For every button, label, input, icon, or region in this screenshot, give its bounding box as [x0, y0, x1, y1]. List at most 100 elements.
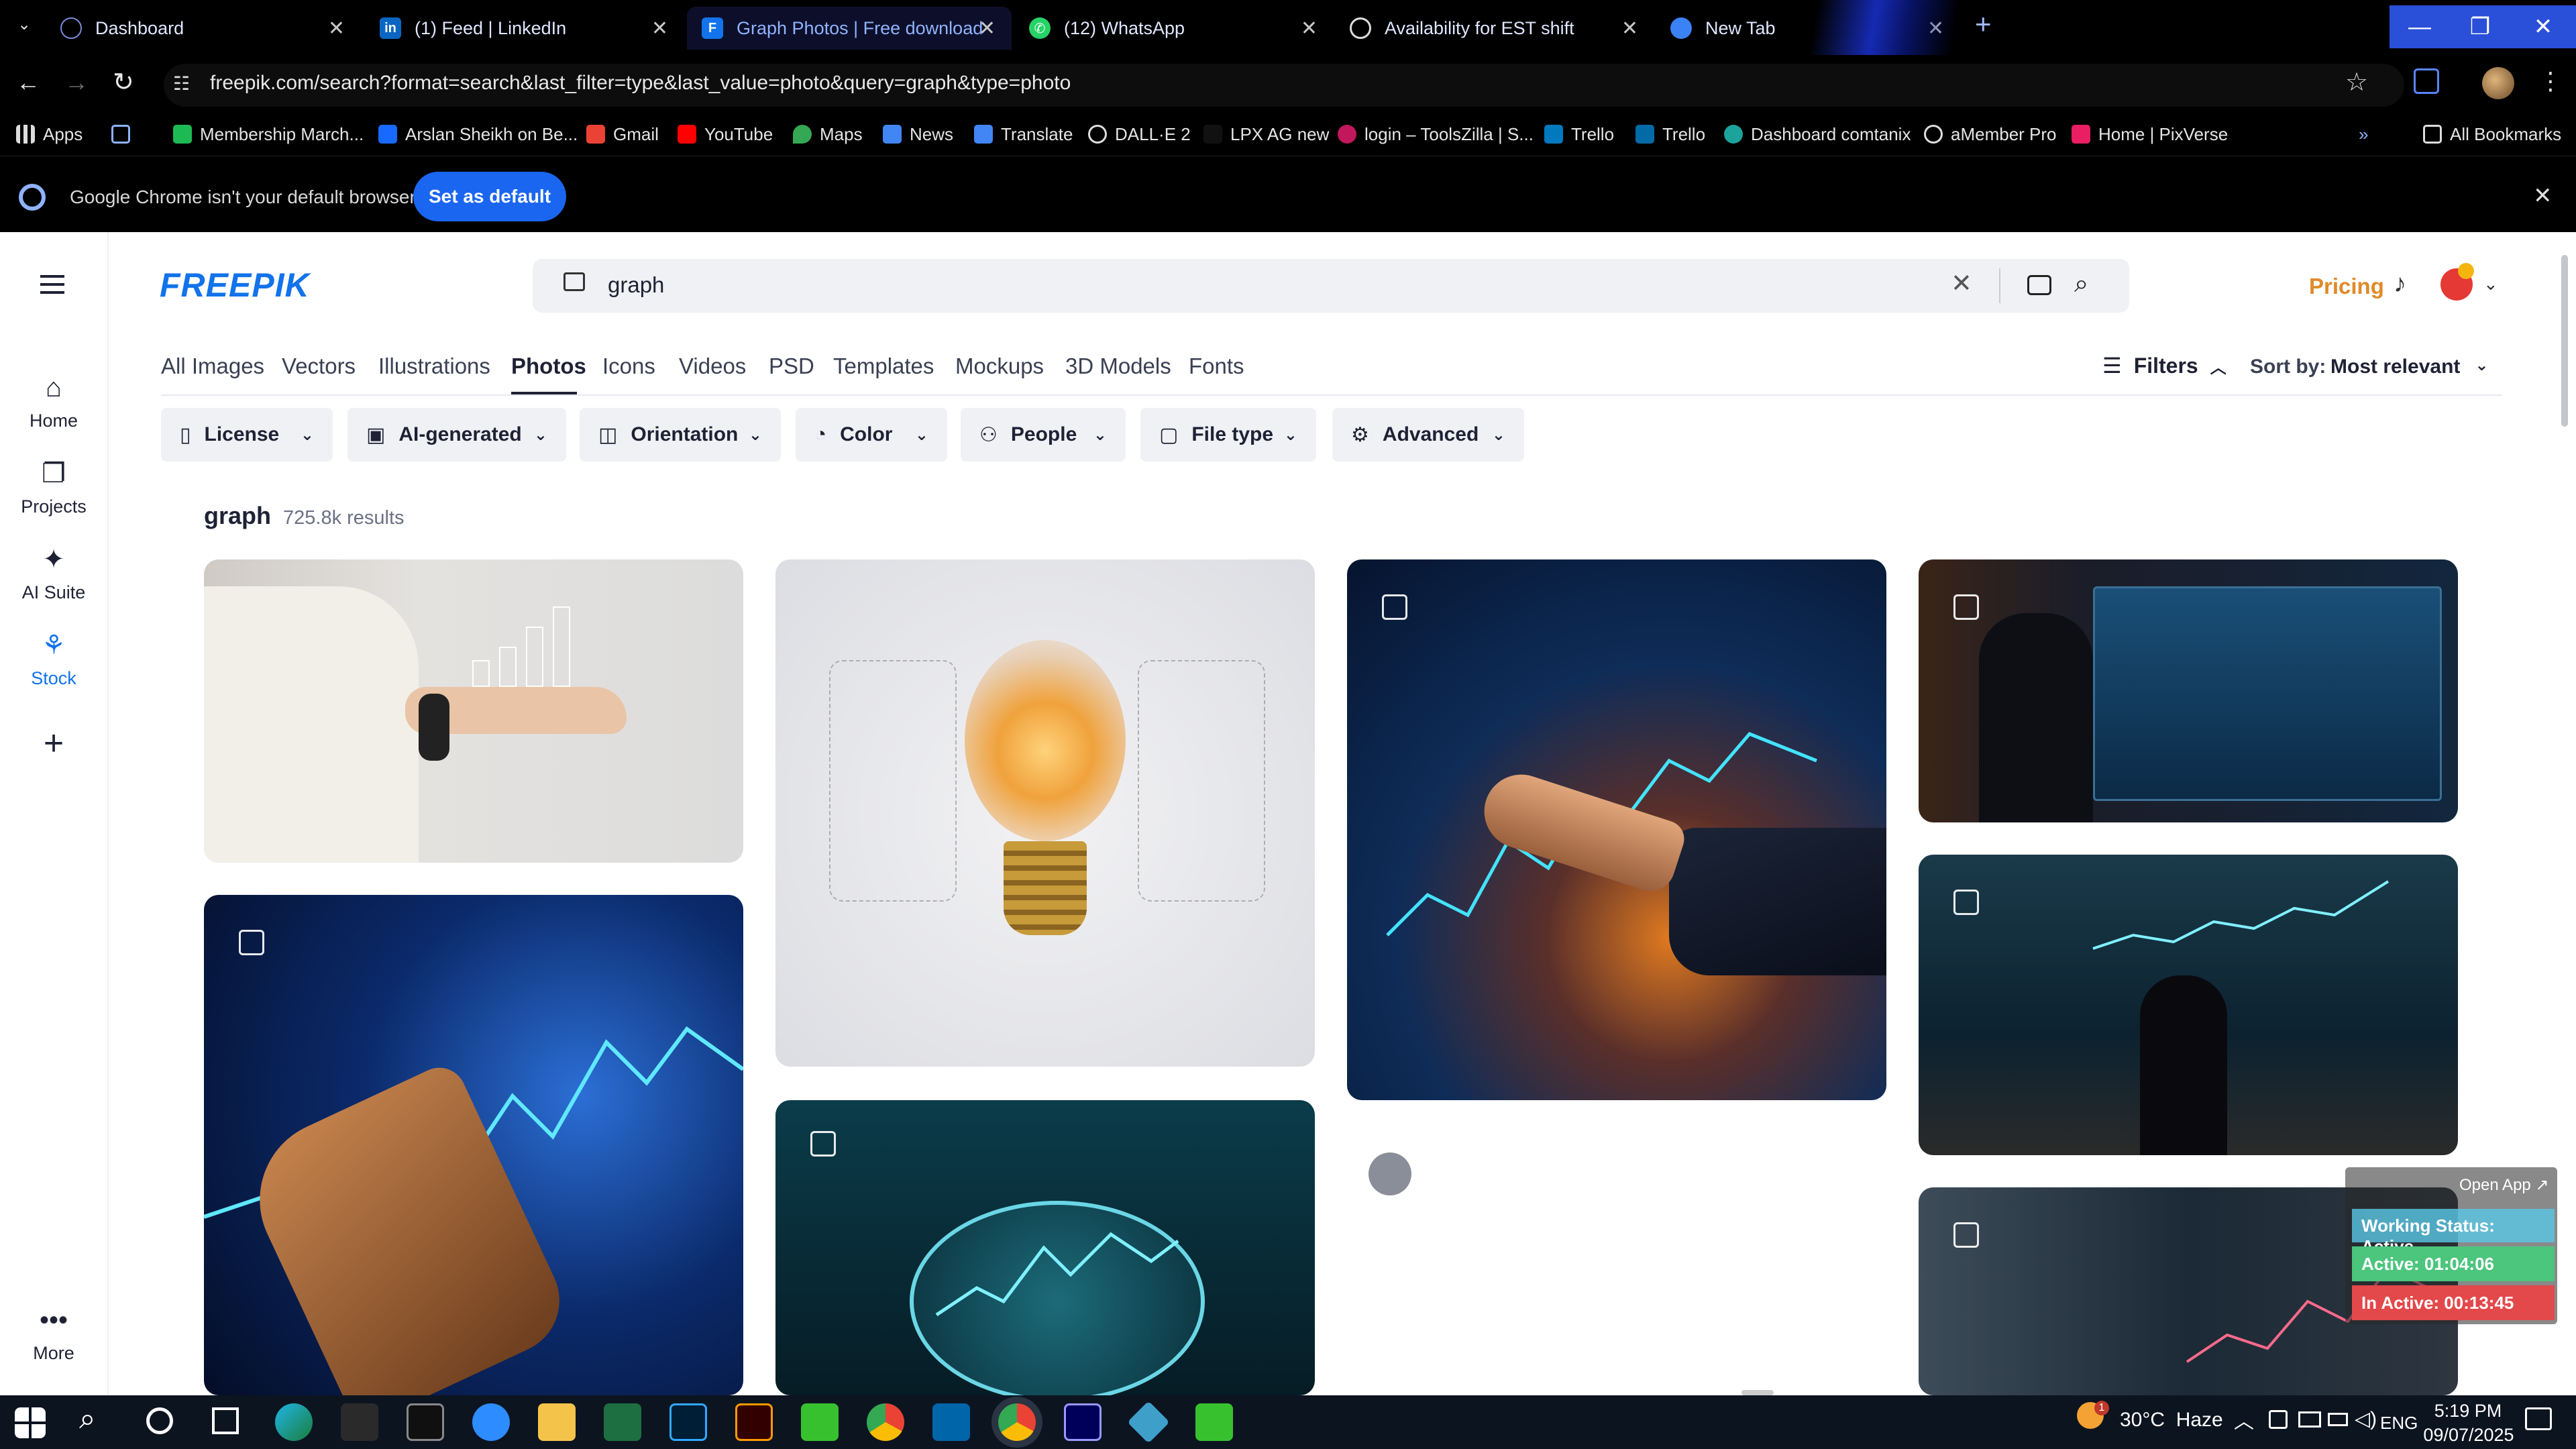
bell-icon[interactable]: ♪: [2394, 270, 2406, 299]
open-app-link[interactable]: Open App ↗: [2459, 1175, 2549, 1195]
bookmark-item[interactable]: aMember Pro: [1924, 121, 2057, 148]
bookmark-star-icon[interactable]: ☆: [2345, 67, 2368, 97]
tab-illustrations[interactable]: Illustrations: [378, 354, 490, 379]
bookmark-item[interactable]: login – ToolsZilla | S...: [1338, 121, 1534, 148]
nav-ai-suite[interactable]: ✦ AI Suite: [0, 545, 107, 603]
bookmark-item[interactable]: Maps: [793, 121, 863, 148]
reload-button[interactable]: ↻: [113, 67, 134, 97]
clock-time[interactable]: 5:19 PM: [2424, 1401, 2512, 1421]
bookmark-item[interactable]: Trello: [1544, 121, 1614, 148]
close-icon[interactable]: ✕: [979, 17, 996, 40]
filter-orientation[interactable]: ◫ Orientation ⌄: [580, 408, 781, 462]
result-image-man-dashboard[interactable]: [1919, 559, 2458, 822]
bookmark-item[interactable]: Translate: [974, 121, 1073, 148]
pen-tool-icon[interactable]: [341, 1403, 378, 1441]
close-icon[interactable]: ✕: [651, 17, 668, 40]
bookmark-item[interactable]: Home | PixVerse: [2072, 121, 2228, 148]
result-image-magnifier-chart[interactable]: [775, 1100, 1315, 1395]
account-chevron-down-icon[interactable]: ⌄: [2483, 274, 2498, 294]
nav-more[interactable]: ••• More: [0, 1305, 107, 1364]
action-center-icon[interactable]: [2525, 1407, 2552, 1430]
close-icon[interactable]: ✕: [1621, 17, 1638, 40]
weather-text[interactable]: 30°C Haze: [2120, 1409, 2223, 1432]
image-type-icon[interactable]: [564, 272, 585, 291]
bookmark-item[interactable]: Trello: [1635, 121, 1705, 148]
vscode-icon[interactable]: [932, 1403, 970, 1441]
close-window-button[interactable]: ✕: [2510, 5, 2576, 48]
infobar-close-icon[interactable]: ✕: [2533, 182, 2553, 209]
restore-button[interactable]: ❐: [2450, 5, 2510, 48]
excel-icon[interactable]: [604, 1403, 641, 1441]
more-bookmarks-chevron-icon[interactable]: »: [2359, 121, 2368, 148]
chrome-active-icon[interactable]: [998, 1403, 1036, 1441]
network-icon[interactable]: [2298, 1411, 2321, 1428]
filter-file-type[interactable]: ▢ File type ⌄: [1140, 408, 1316, 462]
bookmark-item[interactable]: YouTube: [678, 121, 773, 148]
bookmark-item[interactable]: Gmail: [586, 121, 659, 148]
tab-mockups[interactable]: Mockups: [955, 354, 1044, 379]
battery-icon[interactable]: [2328, 1413, 2348, 1426]
tab-search-button[interactable]: ⌄: [11, 15, 38, 42]
close-icon[interactable]: ✕: [328, 17, 345, 40]
tab-icons[interactable]: Icons: [602, 354, 655, 379]
forward-button[interactable]: →: [64, 68, 89, 97]
set-as-default-button[interactable]: Set as default: [413, 172, 566, 221]
nav-add[interactable]: +: [0, 726, 107, 766]
tab-linkedin[interactable]: in (1) Feed | LinkedIn ✕: [365, 7, 684, 50]
result-image-lightbulb-sketch[interactable]: [775, 559, 1315, 1067]
site-info-icon[interactable]: ☷: [173, 72, 190, 95]
menu-icon[interactable]: ⋮: [2538, 67, 2563, 95]
zoom-icon[interactable]: [472, 1403, 510, 1441]
tab-3d-models[interactable]: 3D Models: [1065, 354, 1171, 379]
tab-psd[interactable]: PSD: [769, 354, 814, 379]
clear-search-icon[interactable]: ✕: [1951, 268, 1972, 299]
tab-dashboard[interactable]: Dashboard ✕: [46, 7, 361, 50]
tab-vectors[interactable]: Vectors: [282, 354, 356, 379]
camera-search-icon[interactable]: [2027, 275, 2051, 295]
filter-license[interactable]: ▯ License ⌄: [161, 408, 333, 462]
close-icon[interactable]: ✕: [1301, 17, 1318, 40]
tray-app-icon[interactable]: [2269, 1410, 2288, 1429]
bookmark-item[interactable]: News: [883, 121, 953, 148]
chrome-icon[interactable]: [867, 1403, 904, 1441]
premiere-icon[interactable]: [1064, 1403, 1102, 1441]
filter-people[interactable]: ⚇ People ⌄: [961, 408, 1126, 462]
app-icon[interactable]: [1195, 1403, 1233, 1441]
file-explorer-icon[interactable]: [538, 1403, 576, 1441]
result-image-man-window-chart[interactable]: [1919, 855, 2458, 1155]
windows-start-icon[interactable]: [15, 1407, 46, 1438]
url-text[interactable]: freepik.com/search?format=search&last_fi…: [210, 72, 1071, 95]
freepik-logo[interactable]: FREEPIK: [160, 266, 310, 305]
profile-avatar[interactable]: [2482, 67, 2514, 99]
bookmark-grid[interactable]: [111, 121, 138, 148]
tray-chevron-up-icon[interactable]: ︿: [2234, 1405, 2254, 1434]
filter-advanced[interactable]: ⚙ Advanced ⌄: [1332, 408, 1524, 462]
nav-home[interactable]: ⌂ Home: [0, 373, 107, 431]
result-image-city-touch-chart[interactable]: [1347, 559, 1886, 1100]
bookmark-item[interactable]: Dashboard comtanix: [1724, 121, 1911, 148]
sort-dropdown[interactable]: Most relevant ⌄: [2330, 356, 2489, 378]
photoshop-icon[interactable]: [669, 1403, 707, 1441]
clock-date[interactable]: 09/07/2025: [2415, 1425, 2522, 1446]
filter-color[interactable]: ◔ Color ⌄: [796, 408, 947, 462]
search-bar[interactable]: [533, 259, 2129, 313]
tab-videos[interactable]: Videos: [679, 354, 746, 379]
volume-icon[interactable]: ◁): [2355, 1407, 2377, 1431]
tab-fonts[interactable]: Fonts: [1189, 354, 1244, 379]
nav-projects[interactable]: ❐ Projects: [0, 459, 107, 517]
minimize-button[interactable]: —: [2390, 5, 2450, 48]
nav-stock[interactable]: ⚘ Stock: [0, 631, 107, 689]
tab-availability[interactable]: Availability for EST shift ✕: [1335, 7, 1654, 50]
result-image-trading-hand[interactable]: [204, 895, 743, 1395]
edge-icon[interactable]: [275, 1403, 313, 1441]
filter-ai-generated[interactable]: ▣ AI-generated ⌄: [347, 408, 566, 462]
bookmark-apps[interactable]: Apps: [16, 121, 83, 148]
tab-whatsapp[interactable]: ✆ (12) WhatsApp ✕: [1014, 7, 1334, 50]
bookmark-item[interactable]: Membership March...: [173, 121, 364, 148]
filters-button[interactable]: ☰ Filters ︿: [2102, 353, 2226, 378]
bookmark-item[interactable]: LPX AG new: [1203, 121, 1329, 148]
tab-all-images[interactable]: All Images: [161, 354, 264, 379]
terminal-icon[interactable]: [407, 1403, 444, 1441]
extensions-icon[interactable]: [2414, 68, 2439, 94]
hamburger-menu-icon[interactable]: [40, 275, 64, 294]
